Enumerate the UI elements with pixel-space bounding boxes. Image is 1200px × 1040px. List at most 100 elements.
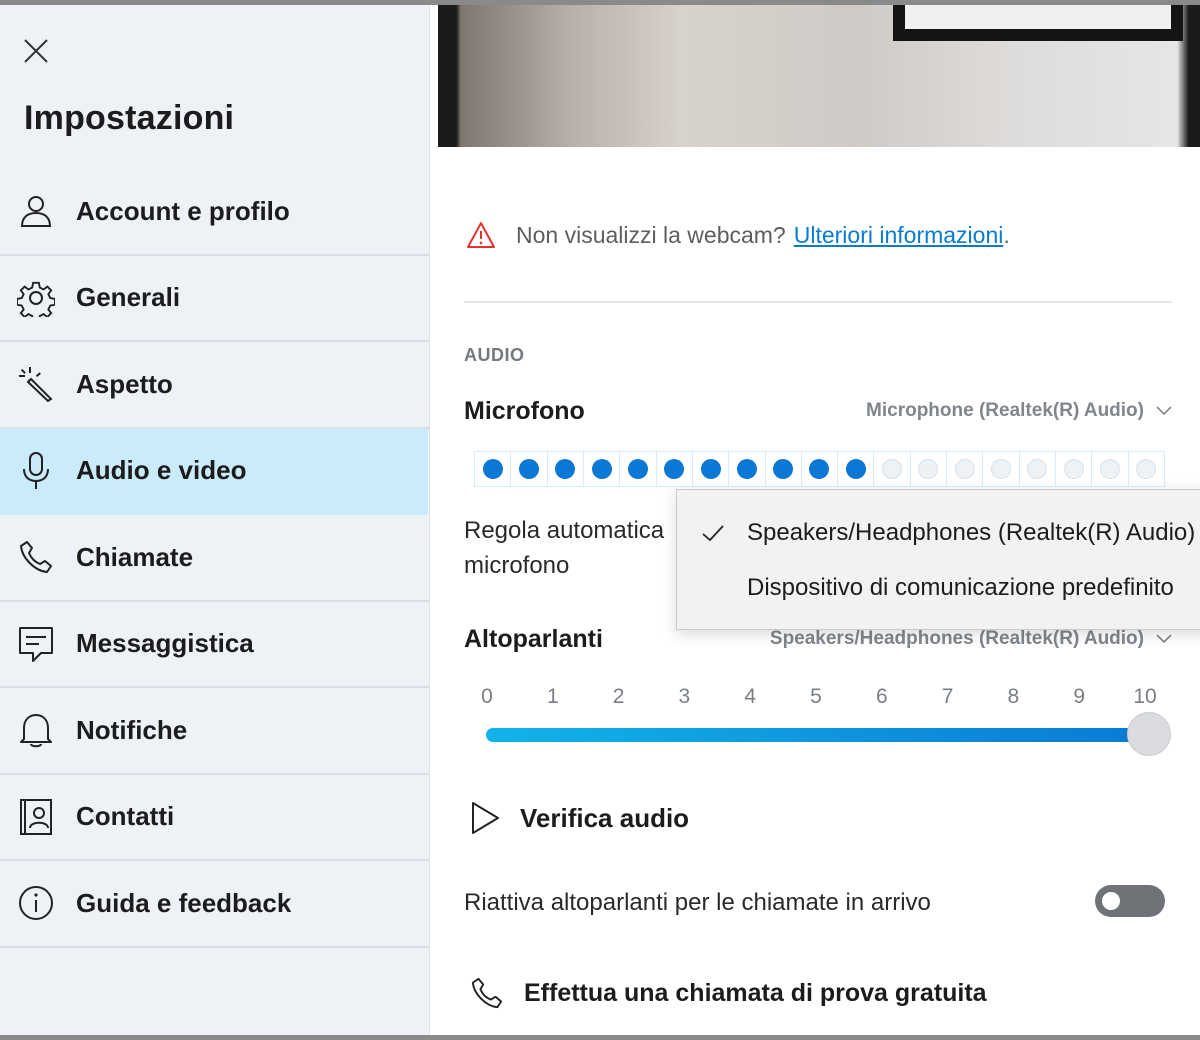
volume-tick-label: 7 [941,685,954,708]
mic-level-cell [548,452,584,486]
warning-icon [467,222,495,248]
mic-level-dot [700,459,721,479]
warning-text: Non visualizzi la webcam? [516,221,786,248]
unmute-incoming-label: Riattiva altoparlanti per le chiamate in… [464,889,931,916]
free-test-call-label: Effettua una chiamata di prova gratuita [524,978,987,1007]
mic-level-cell [911,452,948,486]
more-info-link[interactable]: Ulteriori informazioni [794,222,1004,249]
mic-level-dot [845,459,866,479]
mic-level-cell [1092,452,1129,486]
sidebar-item-calls[interactable]: Chiamate [0,515,430,602]
bell-icon [16,710,56,750]
webcam-frame-object [893,5,1183,41]
dropdown-option-default-comm[interactable]: Dispositivo di comunicazione predefinito [677,561,1200,615]
phone-icon [471,977,503,1009]
sidebar-item-account[interactable]: Account e profilo [0,169,430,256]
mic-level-cell [983,452,1020,486]
volume-tick-label: 4 [744,685,757,708]
mic-level-dot [591,459,612,479]
mic-level-dot [555,459,576,479]
phone-icon [16,537,56,577]
volume-tick-label: 1 [546,685,559,708]
dropdown-option-label: Speakers/Headphones (Realtek(R) Audio) [747,519,1196,546]
volume-slider-track[interactable] [486,728,1151,742]
sidebar-item-label: Messaggistica [76,628,254,659]
sidebar-item-appearance[interactable]: Aspetto [0,342,430,429]
person-icon [16,191,56,231]
sidebar-item-label: Chiamate [76,541,194,572]
mic-level-cell [1056,452,1093,486]
mic-level-cell [766,452,802,486]
sidebar-item-label: Aspetto [76,368,173,399]
info-icon [16,883,56,923]
verify-audio-label: Verifica audio [520,802,690,833]
verify-audio-button[interactable]: Verifica audio [470,801,689,835]
contact-card-icon [16,797,56,837]
window-bottom-border [0,1035,1200,1040]
speakers-device-value: Speakers/Headphones (Realtek(R) Audio) [769,628,1144,649]
microphone-device-select[interactable]: Microphone (Realtek(R) Audio) [866,400,1172,422]
sidebar-item-notifications[interactable]: Notifiche [0,688,430,775]
sidebar-item-audio-video[interactable]: Audio e video [0,428,428,515]
mic-level-dot [1063,459,1084,479]
settings-nav: Account e profilo Generali Aspetto Audio… [0,169,430,948]
close-button[interactable] [18,33,54,69]
mic-level-cell [947,452,984,486]
dropdown-option-label: Dispositivo di comunicazione predefinito [747,574,1174,601]
microphone-title: Microfono [464,397,585,425]
sidebar-item-help-feedback[interactable]: Guida e feedback [0,861,430,948]
mic-level-dot [773,459,794,479]
mic-level-dot [1099,459,1120,479]
mic-level-cell [1020,452,1056,486]
sidebar-item-label: Guida e feedback [76,887,292,918]
mic-level-cell [802,452,839,486]
settings-sidebar: Impostazioni Account e profilo Generali … [0,5,430,1035]
mic-level-cell [475,452,512,486]
dropdown-option-speakers[interactable]: Speakers/Headphones (Realtek(R) Audio) [677,506,1200,560]
sidebar-item-general[interactable]: Generali [0,256,430,342]
close-icon [24,39,48,63]
mic-level-cell [657,452,693,486]
toggle-knob [1102,892,1120,910]
sidebar-item-label: Generali [76,282,181,313]
sidebar-item-contacts[interactable]: Contatti [0,775,430,861]
mic-level-dot [482,459,503,479]
message-icon [16,624,56,664]
mic-level-cell [1129,452,1164,486]
chevron-down-icon [1156,406,1172,416]
unmute-incoming-toggle[interactable] [1095,885,1165,917]
mic-level-dot [736,459,757,479]
mic-level-dot [1027,459,1048,479]
auto-adjust-mic-label: Regola automatica microfono [464,517,665,579]
volume-scale: 0 1 2 3 4 5 6 7 8 9 10 [480,685,1157,715]
volume-tick-label: 2 [612,685,625,708]
sidebar-item-messaging[interactable]: Messaggistica [0,602,430,688]
speakers-device-select[interactable]: Speakers/Headphones (Realtek(R) Audio) [770,628,1172,650]
checkmark-icon [702,525,724,542]
page-title: Impostazioni [24,99,235,137]
mic-level-cell [584,452,621,486]
mic-level-cell [620,452,657,486]
volume-tick-label: 9 [1073,685,1086,708]
mic-level-dot [882,459,903,479]
webcam-warning: Non visualizzi la webcam? Ulteriori info… [466,221,1010,249]
mic-level-dot [627,459,648,479]
free-test-call-button[interactable]: Effettua una chiamata di prova gratuita [470,975,987,1011]
mic-level-cell [511,452,548,486]
speaker-device-dropdown: Speakers/Headphones (Realtek(R) Audio) D… [676,489,1200,630]
volume-slider-thumb[interactable] [1127,712,1171,756]
volume-tick-label: 5 [810,685,822,708]
mic-level-dot [518,459,539,479]
divider [464,301,1172,303]
chevron-down-icon [1156,634,1172,644]
volume-tick-label: 8 [1007,685,1020,708]
gear-icon [16,278,56,318]
mic-level-dot [1136,459,1157,479]
mic-level-dot [991,459,1012,479]
microphone-device-value: Microphone (Realtek(R) Audio) [866,400,1144,421]
mic-level-dot [954,459,975,479]
microphone-icon [16,451,56,491]
mic-level-dot [664,459,685,479]
mic-level-dot [918,459,939,479]
sidebar-item-label: Account e profilo [76,195,290,226]
